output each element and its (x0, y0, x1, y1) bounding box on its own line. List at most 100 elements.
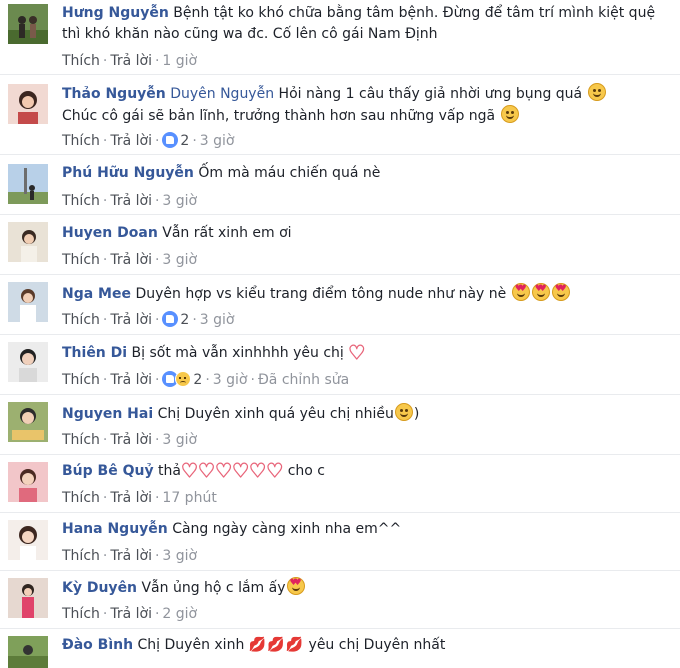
reply-link[interactable]: Trả lời (110, 312, 152, 328)
heart-icon: ♥ (197, 460, 216, 482)
comment-author[interactable]: Thảo Nguyễn (62, 86, 166, 102)
reaction-count[interactable]: 2 (193, 372, 202, 388)
heart-icon: ♥ (348, 342, 366, 364)
comment-text: Vẫn rất xinh em ơi (162, 225, 292, 241)
comment-body: Thiên Di Bị sốt mà vẫn xinhhhh yêu chị ♥ (62, 343, 672, 364)
reaction-count[interactable]: 2 (180, 312, 189, 328)
divider (0, 334, 680, 335)
comment-actions: Thích · Trả lời · 2 giờ (62, 606, 198, 622)
like-link[interactable]: Thích (62, 372, 100, 388)
avatar[interactable] (8, 222, 48, 262)
comment-actions: Thích · Trả lời · 3 giờ (62, 193, 198, 209)
comment-text: Càng ngày càng xinh nha em^^ (172, 521, 402, 537)
comment-text: Vẫn ủng hộ c lắm ấy (141, 580, 286, 596)
like-link[interactable]: Thích (62, 548, 100, 564)
reply-link[interactable]: Trả lời (110, 193, 152, 209)
comment-text-after: yêu chị Duyên nhất (308, 637, 446, 653)
avatar[interactable] (8, 84, 48, 124)
heart-icon: ♥ (214, 460, 233, 482)
like-link[interactable]: Thích (62, 193, 100, 209)
comment-text-after: ) (413, 406, 420, 422)
comment-body: Thảo Nguyễn Duyên Nguyễn Hỏi nàng 1 câu … (62, 83, 672, 127)
reply-link[interactable]: Trả lời (110, 490, 152, 506)
divider (0, 512, 680, 513)
like-reaction-icon[interactable] (162, 311, 179, 327)
comment-text: thả (158, 463, 181, 479)
comment-time[interactable]: 3 giờ (200, 133, 235, 149)
avatar[interactable] (8, 636, 48, 668)
divider (0, 628, 680, 629)
reply-link[interactable]: Trả lời (110, 133, 152, 149)
like-link[interactable]: Thích (62, 53, 100, 69)
comment-time[interactable]: 3 giờ (162, 548, 197, 564)
avatar[interactable] (8, 282, 48, 322)
comment-text: Ốm mà máu chiến quá nè (198, 165, 381, 181)
comment-author[interactable]: Phú Hữu Nguyễn (62, 165, 194, 181)
comment-time[interactable]: 3 giờ (213, 372, 248, 388)
divider (0, 274, 680, 275)
comment-author[interactable]: Thiên Di (62, 345, 127, 361)
comment-time[interactable]: 3 giờ (162, 252, 197, 268)
comment-author[interactable]: Kỳ Duyên (62, 580, 137, 596)
heart-eyes-emoji-icon (551, 283, 570, 301)
like-link[interactable]: Thích (62, 252, 100, 268)
comment-author[interactable]: Nguyen Hai (62, 406, 153, 422)
sad-reaction-icon[interactable] (175, 371, 192, 387)
comment-body: Nga Mee Duyên hợp vs kiểu trang điểm tôn… (62, 283, 672, 305)
avatar[interactable] (8, 4, 48, 44)
avatar[interactable] (8, 402, 48, 442)
comment-body: Phú Hữu Nguyễn Ốm mà máu chiến quá nè (62, 163, 672, 184)
comment-body: Kỳ Duyên Vẫn ủng hộ c lắm ấy (62, 577, 672, 599)
comment-time[interactable]: 17 phút (162, 490, 216, 506)
like-reaction-icon[interactable] (162, 132, 179, 148)
like-link[interactable]: Thích (62, 490, 100, 506)
avatar[interactable] (8, 342, 48, 382)
avatar[interactable] (8, 164, 48, 204)
comment-author[interactable]: Nga Mee (62, 286, 131, 302)
reply-link[interactable]: Trả lời (110, 252, 152, 268)
edited-label[interactable]: Đã chỉnh sửa (258, 372, 349, 388)
reply-link[interactable]: Trả lời (110, 548, 152, 564)
tagged-user[interactable]: Duyên Nguyễn (170, 86, 274, 102)
reaction-count[interactable]: 2 (180, 133, 189, 149)
comment-actions: Thích · Trả lời · 3 giờ (62, 432, 198, 448)
like-link[interactable]: Thích (62, 133, 100, 149)
comment-time[interactable]: 3 giờ (162, 193, 197, 209)
comment-author[interactable]: Huyen Doan (62, 225, 158, 241)
heart-eyes-emoji-icon (511, 283, 530, 301)
divider (0, 74, 680, 75)
avatar[interactable] (8, 462, 48, 502)
comment-body: Đào Bình Chị Duyên xinh 💋💋💋 yêu chị Duyê… (62, 635, 672, 656)
comment-actions: Thích · Trả lời · 2 · 3 giờ (62, 132, 235, 149)
reply-link[interactable]: Trả lời (110, 432, 152, 448)
divider (0, 154, 680, 155)
avatar[interactable] (8, 520, 48, 560)
comment-time[interactable]: 3 giờ (162, 432, 197, 448)
reply-link[interactable]: Trả lời (110, 372, 152, 388)
like-link[interactable]: Thích (62, 312, 100, 328)
comment-time[interactable]: 2 giờ (162, 606, 197, 622)
smile-emoji-icon (500, 105, 519, 123)
comment-body: Hana Nguyễn Càng ngày càng xinh nha em^^ (62, 519, 672, 540)
lips-icon: 💋💋💋 (248, 637, 305, 653)
reply-link[interactable]: Trả lời (110, 606, 152, 622)
comment-body: Huyen Doan Vẫn rất xinh em ơi (62, 223, 672, 244)
like-link[interactable]: Thích (62, 432, 100, 448)
heart-eyes-emoji-icon (531, 283, 550, 301)
comment-author[interactable]: Hưng Nguyễn (62, 5, 169, 21)
like-link[interactable]: Thích (62, 606, 100, 622)
comment-author[interactable]: Đào Bình (62, 637, 133, 653)
comment-author[interactable]: Búp Bê Quỷ (62, 463, 154, 479)
avatar[interactable] (8, 578, 48, 618)
divider (0, 214, 680, 215)
divider (0, 454, 680, 455)
comment-time[interactable]: 1 giờ (162, 53, 197, 69)
comment-text-after: cho c (287, 463, 326, 479)
comment-time[interactable]: 3 giờ (200, 312, 235, 328)
comment-actions: Thích · Trả lời · 3 giờ (62, 252, 198, 268)
reply-link[interactable]: Trả lời (110, 53, 152, 69)
comment-author[interactable]: Hana Nguyễn (62, 521, 168, 537)
heart-icon: ♥ (232, 460, 250, 482)
comment-actions: Thích · Trả lời · 17 phút (62, 490, 217, 506)
comment-text: Hỏi nàng 1 câu thấy giả nhời ưng bụng qu… (278, 86, 583, 102)
